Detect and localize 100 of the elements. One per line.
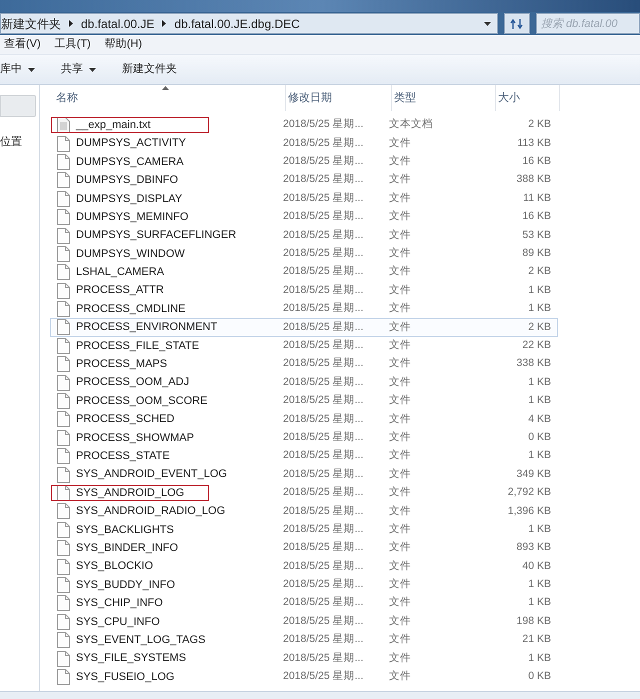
date-cell-text: 2018/5/25 星期... — [283, 412, 364, 427]
file-icon — [57, 558, 70, 575]
column-header[interactable]: 类型 — [392, 85, 496, 111]
type-cell-text: 文件 — [389, 190, 412, 206]
type-cell-text: 文件 — [389, 356, 412, 372]
file-row[interactable]: __exp_main.txt 2018/5/25 星期... 文本文档 2 KB — [50, 116, 558, 134]
date-cell-text: 2018/5/25 星期... — [283, 136, 364, 151]
toolbar-button[interactable]: 库中 — [0, 61, 35, 78]
file-row[interactable]: SYS_ANDROID_LOG 2018/5/25 星期... 文件 2,792 KB — [50, 484, 558, 502]
file-row[interactable]: SYS_CHIP_INFO 2018/5/25 星期... 文件 1 KB — [50, 594, 558, 613]
type-cell-text: 文件 — [389, 466, 412, 482]
size-cell-text: 53 KB — [521, 228, 551, 243]
file-icon — [57, 430, 70, 446]
file-icon — [57, 466, 70, 483]
type-cell-text: 文件 — [389, 430, 412, 445]
file-name: SYS_BLOCKIO — [76, 559, 154, 574]
date-cell-text: 2018/5/25 星期... — [283, 338, 364, 353]
type-cell-text: 文件 — [389, 577, 412, 592]
date-cell-text: 2018/5/25 星期... — [283, 246, 364, 262]
type-cell-text: 文件 — [389, 209, 412, 224]
date-cell-text: 2018/5/25 星期... — [283, 282, 364, 298]
menu-item[interactable]: 工具(T) — [54, 36, 91, 53]
file-name: SYS_FILE_SYSTEMS — [76, 651, 186, 666]
file-row[interactable]: DUMPSYS_CAMERA 2018/5/25 星期... 文件 16 KB — [50, 152, 558, 172]
file-row[interactable]: DUMPSYS_MEMINFO 2018/5/25 星期... 文件 16 KB — [50, 208, 558, 226]
file-row[interactable]: SYS_BACKLIGHTS 2018/5/25 星期... 文件 1 KB — [50, 520, 558, 539]
date-cell-text: 2018/5/25 星期... — [283, 430, 364, 445]
file-name: SYS_CHIP_INFO — [76, 596, 163, 612]
toolbar-button[interactable]: 共享 — [61, 61, 96, 78]
file-name: SYS_BINDER_INFO — [76, 540, 178, 556]
type-cell-text: 文件 — [389, 264, 412, 280]
column-header[interactable]: 名称 — [54, 85, 286, 111]
breadcrumb[interactable]: 新建文件夹 — [1, 14, 61, 32]
file-row[interactable]: PROCESS_ENVIRONMENT 2018/5/25 星期... 文件 2 KB — [50, 318, 558, 337]
search-field[interactable]: 搜索 db.fatal.00 — [536, 13, 640, 34]
file-row[interactable]: DUMPSYS_WINDOW 2018/5/25 星期... 文件 89 KB — [50, 244, 558, 264]
file-row[interactable]: SYS_FILE_SYSTEMS 2018/5/25 星期... 文件 1 KB — [50, 649, 558, 668]
breadcrumb[interactable]: db.fatal.00.JE.dbg.DEC — [174, 14, 300, 32]
file-icon — [57, 338, 70, 354]
file-row[interactable]: SYS_CPU_INFO 2018/5/25 星期... 文件 198 KB — [50, 612, 558, 631]
type-cell-text: 文件 — [389, 393, 412, 408]
file-row[interactable]: SYS_BLOCKIO 2018/5/25 星期... 文件 40 KB — [50, 557, 558, 576]
file-row[interactable]: PROCESS_OOM_SCORE 2018/5/25 星期... 文件 1 KB — [50, 392, 558, 410]
file-name: SYS_ANDROID_LOG — [76, 486, 184, 501]
type-cell-text: 文件 — [389, 172, 412, 188]
size-cell-text: 2,792 KB — [506, 485, 551, 500]
type-cell-text: 文件 — [389, 595, 412, 610]
refresh-button[interactable] — [504, 13, 530, 34]
file-row[interactable]: SYS_BINDER_INFO 2018/5/25 星期... 文件 893 KB — [50, 538, 558, 558]
address-bar[interactable]: 新建文件夹 db.fatal.00.JE db.fatal.00.JE.dbg.DEC — [0, 13, 498, 34]
menu-item[interactable]: 帮助(H) — [104, 36, 142, 53]
file-row[interactable]: DUMPSYS_SURFACEFLINGER 2018/5/25 星期... 文件 53 KB — [50, 226, 558, 245]
size-cell-text: 1 KB — [527, 595, 551, 610]
file-row[interactable]: PROCESS_SHOWMAP 2018/5/25 星期... 文件 0 KB — [50, 428, 558, 448]
file-name: PROCESS_CMDLINE — [76, 302, 186, 317]
file-name: SYS_ANDROID_RADIO_LOG — [76, 504, 226, 520]
date-cell-text: 2018/5/25 星期... — [283, 393, 364, 408]
size-cell-text: 113 KB — [516, 136, 551, 151]
file-row[interactable]: SYS_ANDROID_EVENT_LOG 2018/5/25 星期... 文件 349 KB — [50, 465, 558, 484]
file-row[interactable]: SYS_EVENT_LOG_TAGS 2018/5/25 星期... 文件 21 KB — [50, 630, 558, 650]
file-row[interactable]: DUMPSYS_DBINFO 2018/5/25 星期... 文件 388 KB — [50, 171, 558, 190]
size-cell-text: 1 KB — [527, 282, 551, 298]
date-cell-text: 2018/5/25 星期... — [283, 577, 364, 592]
file-row[interactable]: PROCESS_MAPS 2018/5/25 星期... 文件 338 KB — [50, 355, 558, 374]
breadcrumb[interactable]: db.fatal.00.JE — [81, 14, 154, 32]
file-row[interactable]: PROCESS_ATTR 2018/5/25 星期... 文件 1 KB — [50, 282, 558, 300]
file-name: PROCESS_FILE_STATE — [76, 338, 200, 354]
file-row[interactable]: PROCESS_FILE_STATE 2018/5/25 星期... 文件 22 KB — [50, 336, 558, 356]
file-name: PROCESS_OOM_SCORE — [76, 394, 208, 409]
date-cell-text: 2018/5/25 星期... — [283, 522, 364, 537]
date-cell-text: 2018/5/25 星期... — [283, 209, 364, 224]
file-row[interactable]: DUMPSYS_ACTIVITY 2018/5/25 星期... 文件 113 KB — [50, 134, 558, 153]
toolbar-button[interactable]: 新建文件夹 — [122, 61, 177, 78]
file-row[interactable]: PROCESS_OOM_ADJ 2018/5/25 星期... 文件 1 KB — [50, 373, 558, 392]
file-name: SYS_ANDROID_EVENT_LOG — [76, 467, 227, 482]
date-cell-text: 2018/5/25 星期... — [283, 154, 364, 170]
file-icon — [57, 614, 70, 630]
dropdown-icon[interactable] — [484, 22, 491, 26]
date-cell-text: 2018/5/25 星期... — [283, 669, 364, 684]
file-row[interactable]: PROCESS_CMDLINE 2018/5/25 星期... 文件 1 KB — [50, 300, 558, 318]
file-icon — [57, 411, 70, 428]
column-header[interactable]: 大小 — [496, 85, 560, 111]
file-row[interactable]: LSHAL_CAMERA 2018/5/25 星期... 文件 2 KB — [50, 263, 558, 282]
size-cell-text: 22 KB — [521, 338, 551, 353]
type-cell-text: 文件 — [389, 504, 412, 519]
column-header[interactable]: 修改日期 — [286, 85, 392, 111]
file-row[interactable]: PROCESS_SCHED 2018/5/25 星期... 文件 4 KB — [50, 410, 558, 429]
menu-item[interactable]: 查看(V) — [4, 36, 41, 53]
size-cell-text: 338 KB — [516, 356, 551, 372]
date-cell-text: 2018/5/25 星期... — [283, 595, 364, 610]
file-row[interactable]: SYS_BUDDY_INFO 2018/5/25 星期... 文件 1 KB — [50, 576, 558, 594]
size-cell-text: 1 KB — [527, 301, 551, 316]
file-row[interactable]: SYS_ANDROID_RADIO_LOG 2018/5/25 星期... 文件 1,396 KB — [50, 502, 558, 521]
file-row[interactable]: DUMPSYS_DISPLAY 2018/5/25 星期... 文件 11 KB — [50, 190, 558, 208]
file-row[interactable]: PROCESS_STATE 2018/5/25 星期... 文件 1 KB — [50, 447, 558, 466]
file-name: PROCESS_SCHED — [76, 412, 174, 428]
nav-item[interactable]: 位置 — [0, 134, 39, 150]
file-row[interactable]: SYS_FUSEIO_LOG 2018/5/25 星期... 文件 0 KB — [50, 668, 558, 686]
file-name: LSHAL_CAMERA — [76, 265, 164, 280]
size-cell-text: 1 KB — [527, 448, 551, 464]
